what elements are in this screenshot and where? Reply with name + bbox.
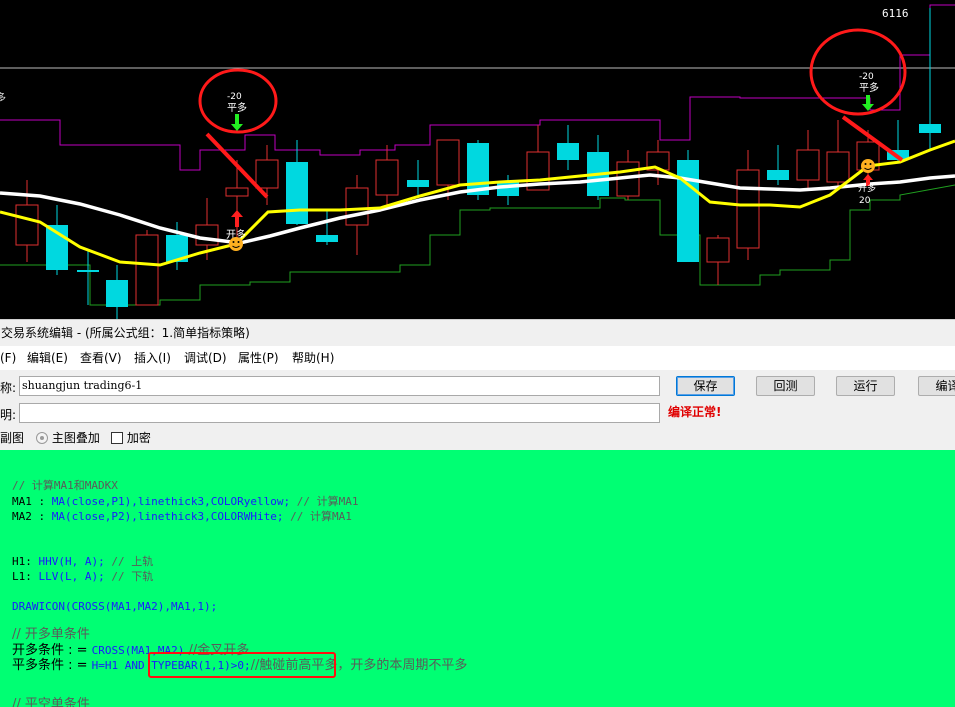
save-button[interactable]: 保存: [676, 376, 735, 396]
menu-help[interactable]: 帮助(H): [292, 346, 334, 370]
candlestick-chart[interactable]: 6116 多 -20 平多 开多 -20 平多 开多 20: [0, 0, 955, 319]
candle-body: [15, 204, 39, 246]
candle-body: [436, 139, 460, 186]
code-token: HHV(H, A);: [38, 555, 105, 568]
code-token: MA1 :: [12, 495, 52, 508]
candle-body: [286, 162, 308, 224]
sell-signal-value-right: -20: [859, 72, 874, 82]
candle-body: [316, 235, 338, 242]
backtest-button[interactable]: 回测: [756, 376, 815, 396]
candle-body: [106, 280, 128, 307]
candle-body: [195, 224, 219, 246]
description-input[interactable]: [19, 403, 660, 423]
code-editor[interactable]: // 计算MA1和MADKX MA1 : MA(close,P1),lineth…: [0, 450, 955, 707]
description-label: 明:: [0, 408, 17, 422]
candle-body: [225, 187, 249, 197]
code-token: L1:: [12, 570, 39, 583]
run-button[interactable]: 运行: [836, 376, 895, 396]
compile-status: 编译正常!: [668, 405, 722, 419]
window-title-bar: 交易系统编辑 - (所属公式组：1.简单指标策略): [0, 319, 955, 346]
code-line: MA1 : MA(close,P1),linethick3,COLORyello…: [12, 495, 359, 509]
code-line: // 开多单条件: [12, 627, 90, 642]
code-token: // 下轨: [104, 570, 154, 583]
code-token: // 上轨: [104, 555, 154, 568]
code-token: H1:: [12, 555, 39, 568]
encrypt-checkbox[interactable]: 加密: [111, 429, 151, 446]
buy-signal-value-right: 20: [859, 196, 871, 206]
menu-debug[interactable]: 调试(D): [184, 346, 227, 370]
window-title: 交易系统编辑 - (所属公式组：1.简单指标策略): [1, 326, 250, 340]
name-input[interactable]: shuangjun trading6-1: [19, 376, 660, 396]
menu-insert[interactable]: 插入(I): [134, 346, 171, 370]
code-token: MA(close,P2),linethick3,COLORWHite;: [51, 510, 284, 523]
overlay-radio[interactable]: 主图叠加: [36, 429, 100, 446]
menu-bar: (F) 编辑(E) 查看(V) 插入(I) 调试(D) 属性(P) 帮助(H): [0, 346, 955, 370]
candle-body: [767, 170, 789, 180]
smiley-icon-right: [861, 159, 875, 173]
menu-view[interactable]: 查看(V): [80, 346, 122, 370]
candle-body: [77, 270, 99, 272]
code-line: // 计算MA1和MADKX: [12, 479, 118, 492]
code-line: MA2 : MA(close,P2),linethick3,COLORWHite…: [12, 510, 352, 524]
left-edge-label: 多: [0, 91, 6, 104]
code-token: MA2 :: [12, 510, 52, 523]
sell-signal-value-left: -20: [227, 92, 242, 102]
candle-body: [375, 159, 399, 196]
checkbox-icon: [111, 432, 123, 444]
code-token: 平多条件 : =: [12, 658, 92, 673]
code-line: DRAWICON(CROSS(MA1,MA2),MA1,1);: [12, 600, 218, 613]
smiley-icon-left: [229, 237, 243, 251]
candle-body: [677, 160, 699, 262]
code-token: 开多条件 : =: [12, 643, 92, 658]
code-token: // 计算MA1: [283, 510, 352, 523]
menu-edit[interactable]: 编辑(E): [27, 346, 68, 370]
candle-body: [345, 187, 369, 226]
candle-body: [135, 234, 159, 306]
sell-signal-label-left: 平多: [227, 101, 247, 114]
candle-body: [557, 143, 579, 160]
code-token: // 计算MA1: [290, 495, 359, 508]
candle-body: [919, 124, 941, 133]
code-line: L1: LLV(L, A); // 下轨: [12, 570, 153, 584]
highlight-box: [148, 652, 336, 678]
candle-body: [826, 151, 850, 183]
encrypt-checkbox-label: 加密: [126, 431, 151, 445]
price-level-label: 6116: [882, 7, 909, 20]
candle-body: [407, 180, 429, 187]
menu-file[interactable]: (F): [0, 346, 16, 370]
name-label: 称:: [0, 381, 17, 395]
code-token: MA(close,P1),linethick3,COLORyellow;: [51, 495, 291, 508]
buy-signal-label-right: 开多: [858, 182, 876, 194]
candle-body: [255, 159, 279, 189]
candle-body: [736, 169, 760, 249]
candle-body: [706, 237, 730, 263]
overlay-radio-label: 主图叠加: [51, 431, 100, 445]
code-line: H1: HHV(H, A); // 上轨: [12, 555, 153, 569]
radio-icon: [36, 432, 48, 444]
formula-form: 称: shuangjun trading6-1 明: 副图 主图叠加 加密 保存…: [0, 370, 955, 450]
code-token: LLV(L, A);: [38, 570, 105, 583]
chart-type-label: 副图: [0, 431, 25, 445]
sell-signal-label-right: 平多: [859, 81, 879, 94]
menu-properties[interactable]: 属性(P): [238, 346, 279, 370]
candle-body: [796, 149, 820, 181]
compile-button[interactable]: 编译: [918, 376, 955, 396]
code-line: // 平空单条件: [12, 697, 90, 707]
